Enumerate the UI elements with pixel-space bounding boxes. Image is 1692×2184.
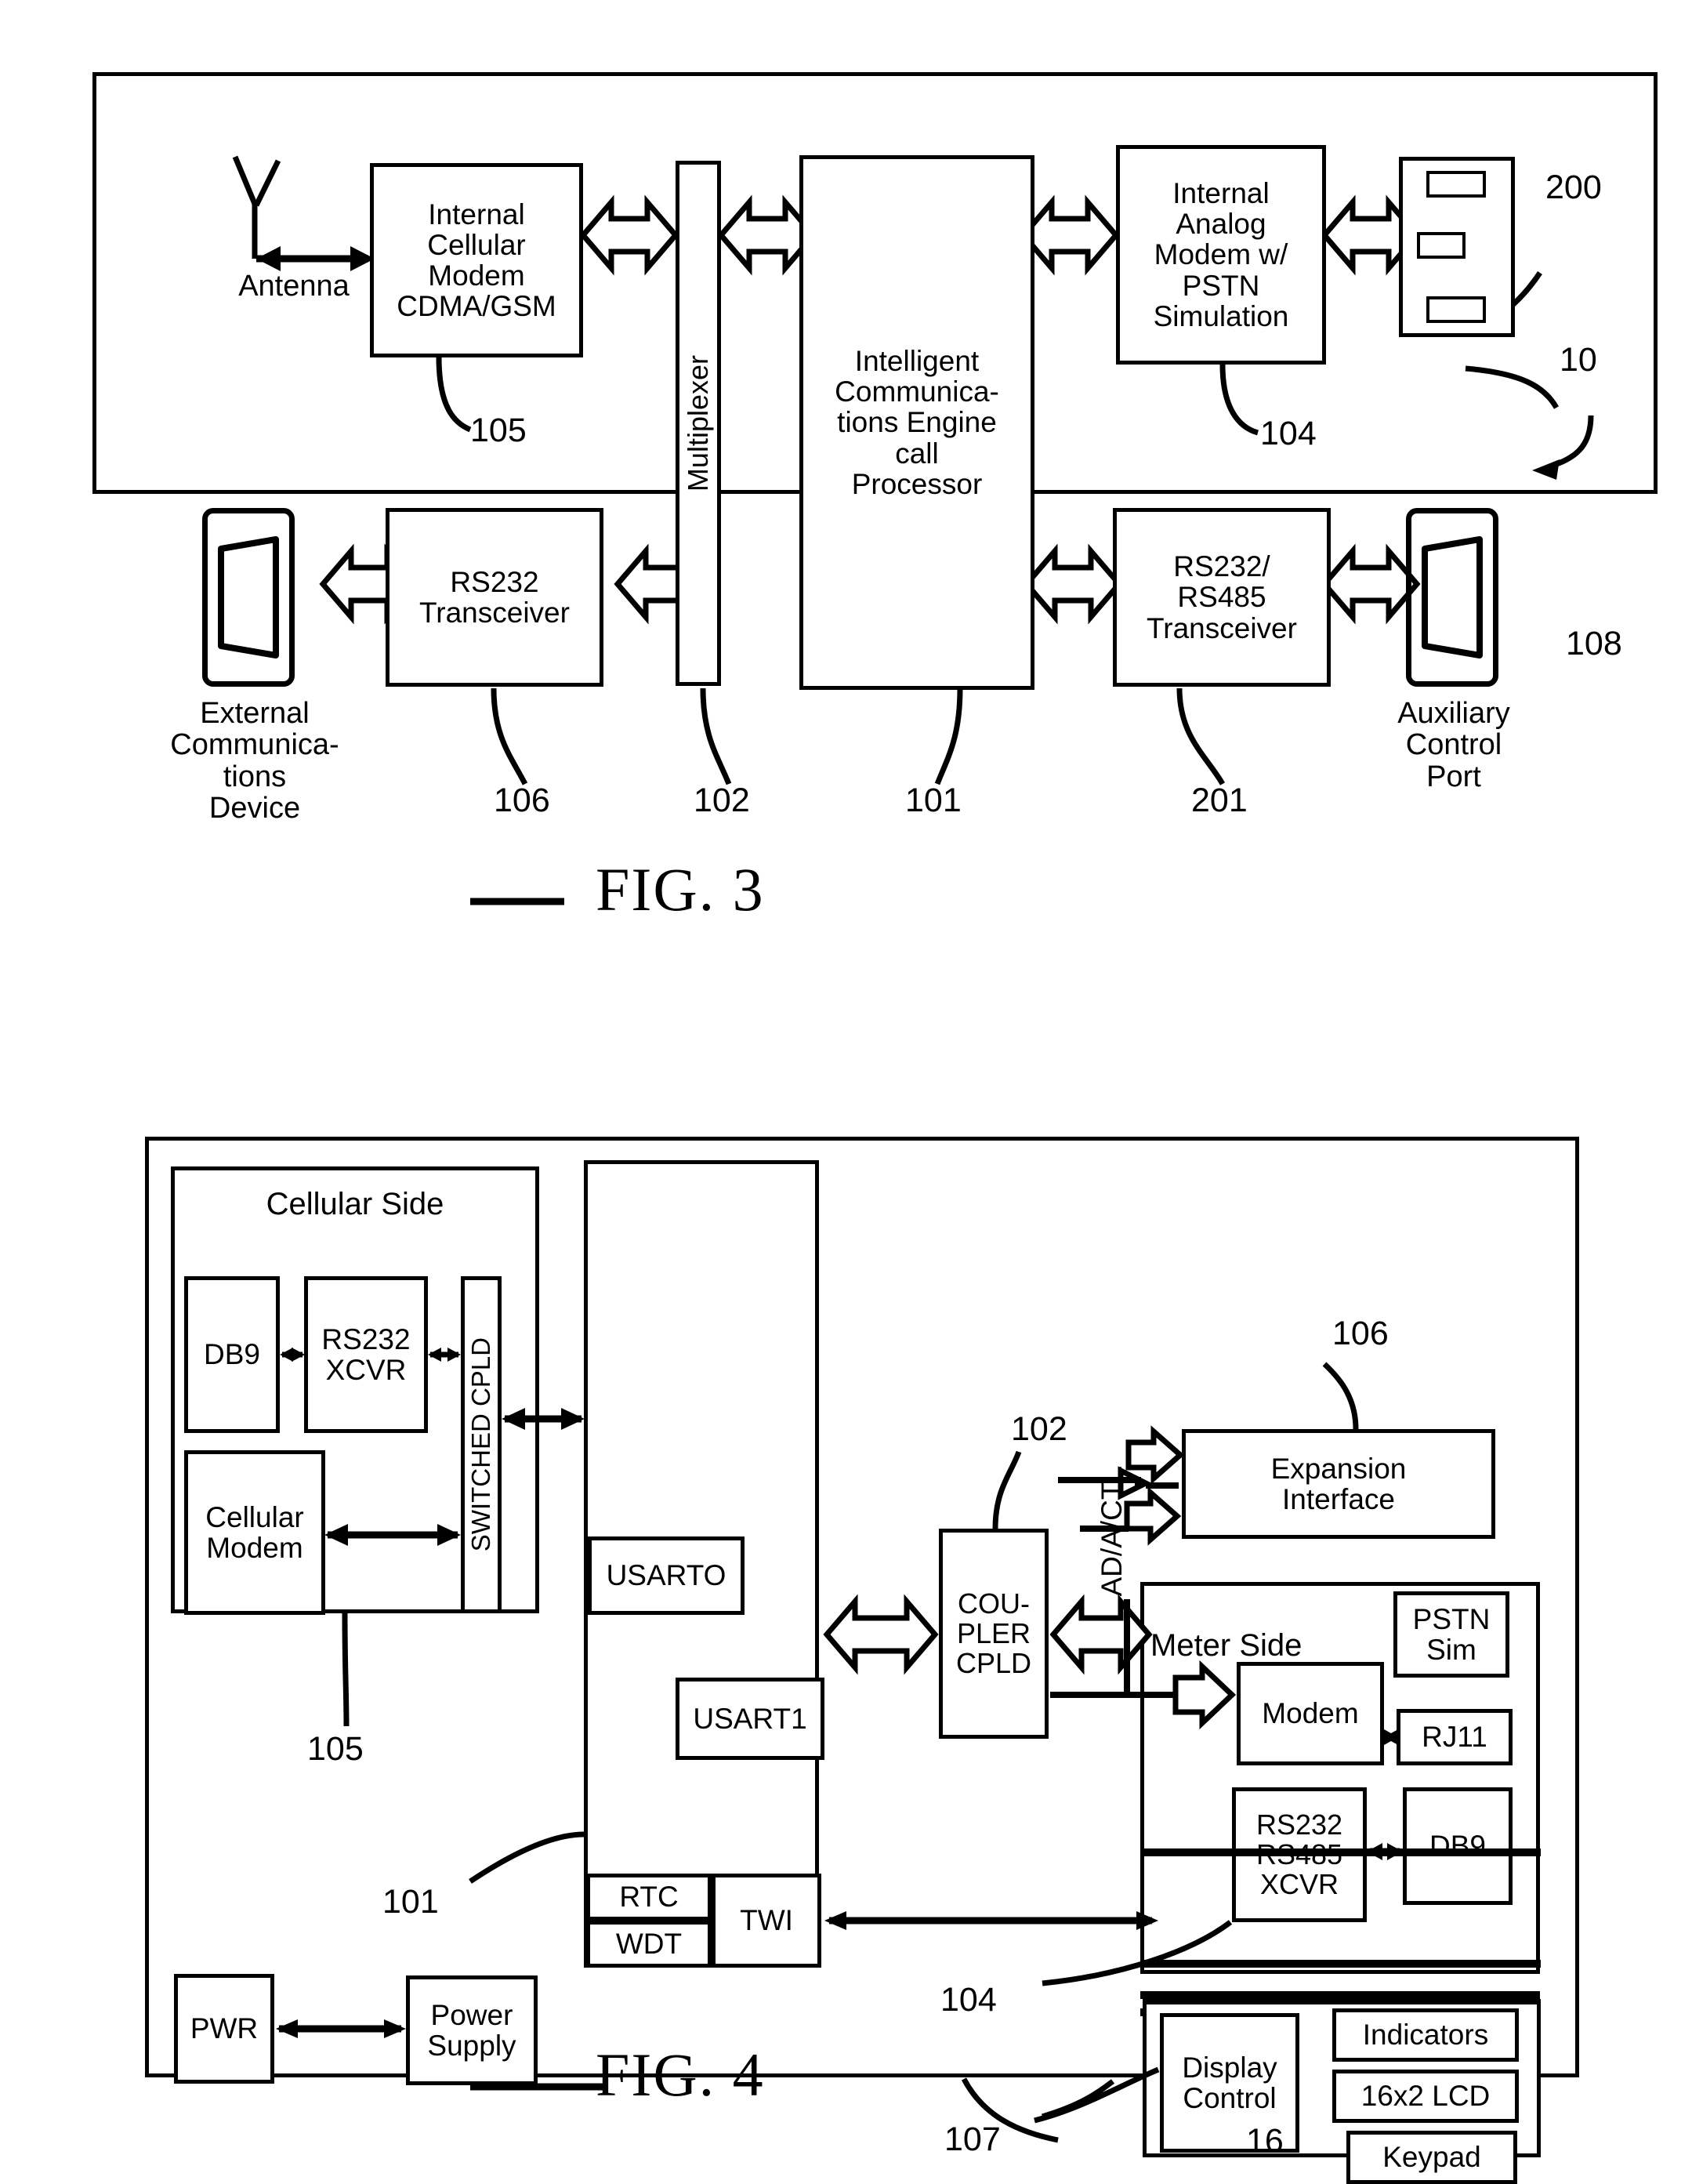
figure3-caption-text: FIG. 3 [596,855,765,923]
wdt-block: WDT [586,1921,712,1968]
ref4-16: 16 [1246,2122,1284,2160]
db9-left-label: DB9 [204,1338,260,1371]
external-comm-connector-icon [202,508,295,687]
ref4-105: 105 [307,1730,364,1768]
ref-108: 108 [1566,625,1622,662]
figure-3: Antenna Internal Cellular Modem CDMA/GSM… [0,0,1692,996]
ref-105: 105 [470,412,527,449]
internal-analog-modem-block: Internal Analog Modem w/ PSTN Simulation [1116,145,1326,365]
display-section-group [1143,1848,1541,1856]
usart0-label: USARTO [606,1559,726,1592]
display-group-box [1140,1991,1540,1999]
ref-201: 201 [1191,782,1248,819]
coupler-cpld-label: COU- PLER CPLD [955,1587,1032,1680]
pstn-sim-block: PSTN Sim [1393,1591,1509,1678]
display-container [1143,1960,1541,1968]
usart1-label: USART1 [693,1702,807,1735]
usart1-block: USART1 [676,1678,824,1760]
cellular-modem-label: Cellular Modem [205,1500,304,1564]
usart0-block: USARTO [588,1536,745,1615]
figure4-caption-text: FIG. 4 [596,2041,765,2109]
auxiliary-control-port-label: Auxiliary Control Port [1397,697,1510,793]
multiplexer-block: Multiplexer [676,161,721,686]
ref-10: 10 [1560,341,1597,379]
ref4-107: 107 [944,2121,1001,2158]
rs232-xcvr-block: RS232 XCVR [304,1276,428,1433]
twi-block: TWI [712,1874,821,1968]
ref4-101: 101 [382,1883,439,1921]
coupler-cpld-block: COU- PLER CPLD [939,1529,1049,1739]
rj11-block: RJ11 [1397,1709,1513,1765]
multiplexer-label: Multiplexer [682,354,714,492]
jack-slot-2-icon [1417,232,1466,259]
keypad-label: Keypad [1382,2141,1481,2174]
expansion-interface-block: Expansion Interface [1182,1429,1495,1539]
rs232-xcvr-label: RS232 XCVR [321,1322,411,1386]
meter-side-label: Meter Side [1150,1628,1303,1663]
db9-right-block: DB9 [1403,1787,1513,1905]
internal-cellular-modem-label: Internal Cellular Modem CDMA/GSM [397,198,556,323]
keypad-block: Keypad [1346,2131,1517,2184]
wdt-label: WDT [615,1928,683,1961]
ref-102: 102 [694,782,750,819]
figure4-caption: FIG. 4 [470,2040,765,2110]
lcd-label: 16x2 LCD [1360,2080,1491,2113]
twi-label: TWI [740,1904,793,1937]
ref-106: 106 [494,782,550,819]
auxiliary-control-connector-icon [1406,508,1498,687]
rj11-label: RJ11 [1422,1721,1487,1754]
lcd-block: 16x2 LCD [1332,2070,1519,2123]
ref-200: 200 [1545,169,1602,206]
ref-104: 104 [1260,415,1317,452]
rs232-transceiver-block: RS232 Transceiver [386,508,603,687]
internal-cellular-modem-block: Internal Cellular Modem CDMA/GSM [370,163,583,357]
pwr-block: PWR [174,1974,274,2084]
internal-analog-modem-label: Internal Analog Modem w/ PSTN Simulation [1153,176,1289,332]
modem-block: Modem [1237,1662,1384,1765]
switched-cpld-label: SWITCHED CPLD [466,1337,495,1552]
ref4-106: 106 [1332,1315,1389,1352]
pstn-sim-label: PSTN Sim [1412,1602,1491,1666]
rs232-rs485-transceiver-label: RS232/ RS485 Transceiver [1147,550,1297,644]
rtc-block: RTC [586,1874,712,1921]
cellular-modem-block: Cellular Modem [184,1450,325,1615]
ref4-104: 104 [940,1981,997,2019]
antenna-label: Antenna [238,270,350,303]
intelligent-communications-engine-block: Intelligent Communica- tions Engine call… [799,155,1034,690]
indicators-block: Indicators [1332,2008,1519,2062]
ref4-102: 102 [1011,1410,1067,1448]
figure-4: Cellular Side DB9 RS232 XCVR SWITCHED CP… [0,1050,1692,2184]
fig4-strike-icon [470,2083,603,2091]
figure3-caption: FIG. 3 [470,854,765,925]
engine-label: Intelligent Communica- tions Engine call… [835,344,999,500]
jack-slot-3-icon [1426,296,1486,323]
expansion-interface-label: Expansion Interface [1270,1452,1407,1515]
cellular-side-label: Cellular Side [266,1187,444,1221]
jack-slot-1-icon [1426,171,1486,198]
display-control-label: Display Control [1182,2051,1277,2114]
rtc-label: RTC [619,1881,679,1914]
ref-101: 101 [905,782,962,819]
modem-label: Modem [1262,1697,1359,1730]
db9-left-block: DB9 [184,1276,280,1433]
pwr-label: PWR [190,2012,259,2045]
indicators-label: Indicators [1362,2019,1489,2052]
external-comm-device-label: External Communica- tions Device [170,697,339,825]
rs232-rs485-transceiver-block: RS232/ RS485 Transceiver [1113,508,1331,687]
db9-right-label: DB9 [1429,1830,1486,1863]
fig-strike-icon [470,898,564,905]
rs232-transceiver-label: RS232 Transceiver [419,565,570,629]
switched-cpld-block: SWITCHED CPLD [461,1276,502,1613]
ad-a-ctl-label: AD/A/CTL [1096,1466,1128,1597]
